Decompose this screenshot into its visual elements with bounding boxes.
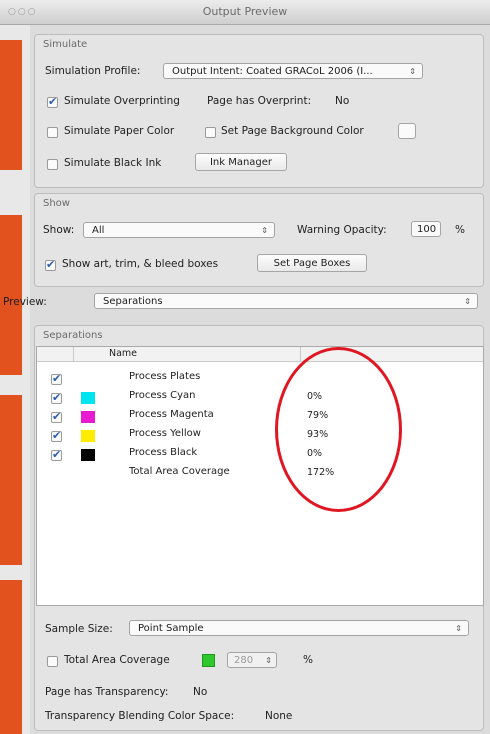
background-panel-orange	[0, 215, 22, 375]
plate-name: Process Plates	[129, 371, 201, 382]
yellow-swatch	[81, 430, 95, 442]
warning-opacity-unit: %	[455, 224, 465, 236]
sample-size-select[interactable]: Point Sample ⇕	[129, 620, 469, 636]
warning-opacity-input[interactable]: 100	[411, 221, 441, 237]
simulate-paper-color-label: Simulate Paper Color	[64, 125, 175, 137]
background-panel-orange	[0, 580, 22, 734]
ink-manager-button[interactable]: Ink Manager	[195, 153, 287, 171]
sample-size-value: Point Sample	[138, 623, 204, 634]
preview-value: Separations	[103, 296, 163, 307]
simulate-group: Simulate Simulation Profile: Output Inte…	[34, 34, 484, 188]
simulate-black-ink-checkbox[interactable]	[47, 159, 58, 170]
simulation-profile-value: Output Intent: Coated GRACoL 2006 (I...	[172, 66, 373, 77]
page-has-transparency-value: No	[193, 686, 208, 698]
set-page-background-color-checkbox[interactable]	[205, 127, 216, 138]
simulate-group-label: Simulate	[43, 39, 88, 50]
warning-opacity-label: Warning Opacity:	[297, 224, 387, 236]
coverage-limit-value: 280	[234, 655, 254, 666]
warning-opacity-value: 100	[417, 224, 437, 235]
plate-checkbox-magenta[interactable]	[51, 410, 62, 423]
show-boxes-checkbox[interactable]	[45, 258, 56, 271]
coverage-limit-unit: %	[303, 654, 313, 666]
column-divider	[73, 347, 74, 361]
page-has-overprint-label: Page has Overprint:	[207, 95, 312, 107]
magenta-swatch	[81, 411, 95, 423]
total-area-coverage-checkbox[interactable]	[47, 656, 58, 667]
blending-color-space-value: None	[265, 710, 293, 722]
select-arrows-icon: ⇕	[409, 67, 416, 76]
plate-name: Process Black	[129, 447, 198, 458]
plate-name: Process Yellow	[129, 428, 201, 439]
coverage-limit-input[interactable]: 280 ⇕	[227, 652, 277, 668]
select-arrows-icon: ⇕	[261, 226, 268, 235]
page-has-overprint-value: No	[335, 95, 350, 107]
page-has-transparency-label: Page has Transparency:	[45, 686, 169, 698]
black-swatch	[81, 449, 95, 461]
plate-checkbox-plates[interactable]	[51, 372, 62, 385]
plate-checkbox-cyan[interactable]	[51, 391, 62, 404]
select-arrows-icon: ⇕	[464, 297, 471, 306]
background-panel-orange	[0, 40, 22, 170]
preview-select[interactable]: Separations ⇕	[94, 293, 478, 309]
simulation-profile-select[interactable]: Output Intent: Coated GRACoL 2006 (I... …	[163, 63, 423, 79]
simulate-overprinting-label: Simulate Overprinting	[64, 95, 180, 107]
set-page-background-color-label: Set Page Background Color	[221, 125, 364, 137]
show-boxes-label: Show art, trim, & bleed boxes	[62, 258, 219, 270]
title-bar: ○○○ Output Preview	[0, 0, 490, 25]
set-page-boxes-button[interactable]: Set Page Boxes	[257, 254, 367, 272]
coverage-highlight-swatch[interactable]	[202, 654, 215, 667]
plate-checkbox-yellow[interactable]	[51, 429, 62, 442]
show-select[interactable]: All ⇕	[83, 222, 275, 238]
simulate-overprinting-checkbox[interactable]	[47, 95, 58, 108]
show-group: Show Show: All ⇕ Warning Opacity: 100 % …	[34, 193, 484, 287]
select-arrows-icon: ⇕	[455, 624, 462, 633]
show-group-label: Show	[43, 198, 70, 209]
sample-size-label: Sample Size:	[45, 623, 113, 635]
total-area-coverage-row-label: Total Area Coverage	[129, 466, 230, 477]
simulate-paper-color-checkbox[interactable]	[47, 127, 58, 138]
column-divider	[300, 347, 301, 361]
page-background-color-swatch[interactable]	[398, 123, 416, 139]
show-value: All	[92, 225, 105, 236]
plate-name: Process Magenta	[129, 409, 214, 420]
window-title: Output Preview	[202, 5, 288, 18]
cyan-swatch	[81, 392, 95, 404]
blending-color-space-label: Transparency Blending Color Space:	[45, 710, 235, 722]
show-label: Show:	[43, 224, 75, 236]
total-area-coverage-label: Total Area Coverage	[64, 654, 170, 666]
highlight-annotation-ellipse	[275, 347, 402, 512]
separations-list[interactable]: Name Process Plates Process Cyan 0% Proc…	[36, 346, 484, 606]
simulate-black-ink-label: Simulate Black Ink	[64, 157, 162, 169]
select-arrows-icon: ⇕	[265, 656, 272, 665]
preview-label: Preview:	[3, 296, 47, 308]
background-panel-orange	[0, 395, 22, 565]
plate-name: Process Cyan	[129, 390, 196, 401]
separations-list-header: Name	[37, 347, 483, 362]
separations-group-label: Separations	[43, 330, 103, 341]
simulation-profile-label: Simulation Profile:	[45, 65, 141, 77]
separations-group: Separations Name Process Plates Process …	[34, 325, 484, 731]
plate-checkbox-black[interactable]	[51, 448, 62, 461]
name-column-header[interactable]: Name	[109, 348, 137, 359]
